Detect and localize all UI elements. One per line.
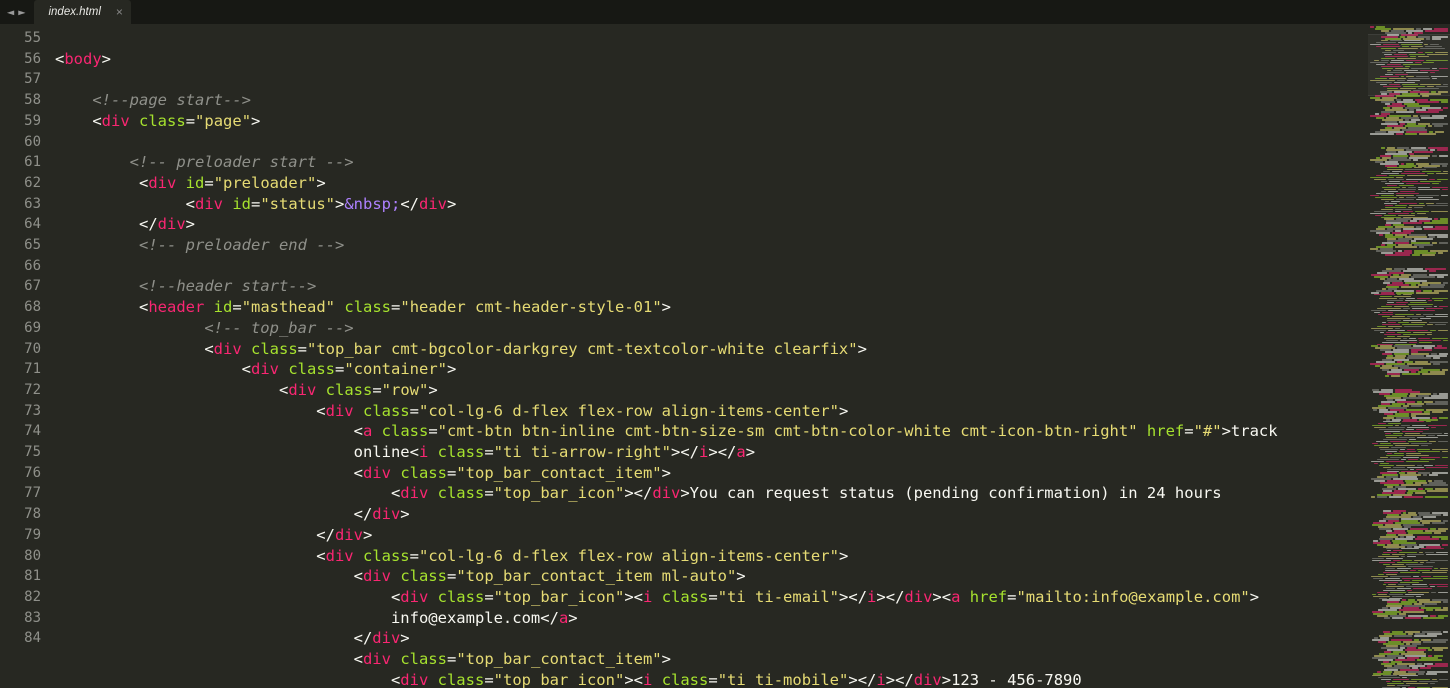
code-line[interactable]: <!--header start--> xyxy=(55,276,1368,297)
nav-arrows: ◄ ► xyxy=(0,0,32,24)
line-number: 64 xyxy=(0,214,41,235)
tab-filename: index.html xyxy=(48,6,100,18)
code-line[interactable]: </div> xyxy=(55,628,1368,649)
code-line[interactable]: <!-- top_bar --> xyxy=(55,318,1368,339)
code-line[interactable]: <div class="top_bar_contact_item"> xyxy=(55,649,1368,670)
titlebar: ◄ ► index.html × xyxy=(0,0,1450,24)
nav-forward-icon[interactable]: ► xyxy=(17,5,26,19)
line-number: 72 xyxy=(0,380,41,401)
line-number: 67 xyxy=(0,276,41,297)
line-number: 58 xyxy=(0,90,41,111)
gutter: 5556575859606162636465666768697071727374… xyxy=(0,24,55,688)
minimap-viewport[interactable] xyxy=(1368,34,1450,96)
code-line[interactable]: online<i class="ti ti-arrow-right"></i><… xyxy=(55,442,1368,463)
code-line[interactable]: info@example.com</a> xyxy=(55,608,1368,629)
line-number: 84 xyxy=(0,628,41,649)
code-line[interactable]: <div class="row"> xyxy=(55,380,1368,401)
code-line[interactable]: <div id="status">&nbsp;</div> xyxy=(55,194,1368,215)
line-number: 80 xyxy=(0,546,41,567)
line-number: 75 xyxy=(0,442,41,463)
code-area[interactable]: <body> <!--page start--> <div class="pag… xyxy=(55,24,1368,688)
line-number: 66 xyxy=(0,256,41,277)
code-line[interactable]: <div class="col-lg-6 d-flex flex-row ali… xyxy=(55,546,1368,567)
code-line[interactable]: <div class="top_bar_contact_item"> xyxy=(55,463,1368,484)
code-line[interactable]: <!-- preloader end --> xyxy=(55,235,1368,256)
line-number: 56 xyxy=(0,49,41,70)
code-line[interactable] xyxy=(55,132,1368,153)
code-line[interactable] xyxy=(55,256,1368,277)
line-number: 77 xyxy=(0,483,41,504)
code-line[interactable]: <div class="top_bar_icon"></div>You can … xyxy=(55,483,1368,504)
line-number: 65 xyxy=(0,235,41,256)
line-number: 78 xyxy=(0,504,41,525)
code-line[interactable]: <div class="top_bar cmt-bgcolor-darkgrey… xyxy=(55,339,1368,360)
code-line[interactable]: </div> xyxy=(55,525,1368,546)
code-line[interactable]: <div id="preloader"> xyxy=(55,173,1368,194)
code-line[interactable]: <div class="top_bar_icon"><i class="ti t… xyxy=(55,670,1368,688)
code-line[interactable]: <a class="cmt-btn btn-inline cmt-btn-siz… xyxy=(55,421,1368,442)
line-number: 74 xyxy=(0,421,41,442)
editor: 5556575859606162636465666768697071727374… xyxy=(0,24,1450,688)
tab-active[interactable]: index.html × xyxy=(34,0,130,24)
line-number: 69 xyxy=(0,318,41,339)
code-line[interactable]: <header id="masthead" class="header cmt-… xyxy=(55,297,1368,318)
code-line[interactable]: <body> xyxy=(55,49,1368,70)
code-line[interactable]: <div class="top_bar_contact_item ml-auto… xyxy=(55,566,1368,587)
line-number: 83 xyxy=(0,608,41,629)
nav-back-icon[interactable]: ◄ xyxy=(6,5,15,19)
code-line[interactable] xyxy=(55,28,1368,49)
code-line[interactable]: </div> xyxy=(55,504,1368,525)
line-number: 60 xyxy=(0,132,41,153)
line-number: 71 xyxy=(0,359,41,380)
close-icon[interactable]: × xyxy=(116,5,123,19)
line-number: 81 xyxy=(0,566,41,587)
line-number: 79 xyxy=(0,525,41,546)
line-number: 73 xyxy=(0,401,41,422)
line-number: 55 xyxy=(0,28,41,49)
line-number: 57 xyxy=(0,69,41,90)
line-number: 76 xyxy=(0,463,41,484)
line-number: 68 xyxy=(0,297,41,318)
code-line[interactable]: <div class="top_bar_icon"><i class="ti t… xyxy=(55,587,1368,608)
code-line[interactable]: <!-- preloader start --> xyxy=(55,152,1368,173)
code-line[interactable]: <div class="page"> xyxy=(55,111,1368,132)
line-number: 82 xyxy=(0,587,41,608)
code-line[interactable]: <div class="container"> xyxy=(55,359,1368,380)
code-line[interactable]: </div> xyxy=(55,214,1368,235)
line-number: 63 xyxy=(0,194,41,215)
line-number: 62 xyxy=(0,173,41,194)
code-line[interactable]: <!--page start--> xyxy=(55,90,1368,111)
code-line[interactable] xyxy=(55,69,1368,90)
line-number: 61 xyxy=(0,152,41,173)
line-number: 70 xyxy=(0,339,41,360)
code-line[interactable]: <div class="col-lg-6 d-flex flex-row ali… xyxy=(55,401,1368,422)
line-number: 59 xyxy=(0,111,41,132)
minimap[interactable] xyxy=(1368,24,1450,688)
